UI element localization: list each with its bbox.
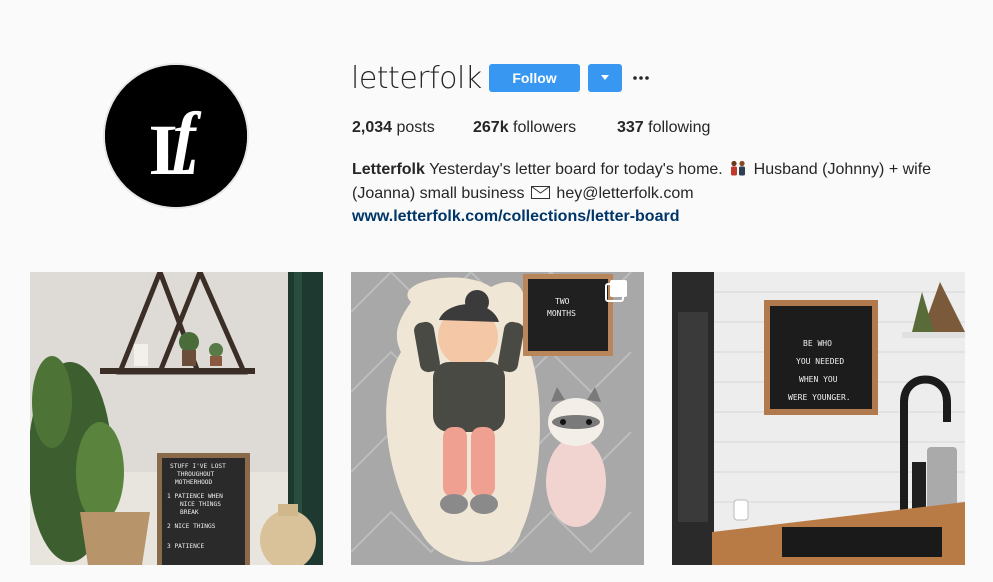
post-2-board-line-2: MONTHS: [547, 309, 576, 318]
caret-down-icon: [601, 75, 609, 80]
post-1-board-line-8: 3 PATIENCE: [167, 543, 205, 550]
bio-website-link[interactable]: www.letterfolk.com/collections/letter-bo…: [352, 206, 679, 228]
post-image-two-months-baby: TWO MONTHS: [351, 272, 644, 565]
post-thumbnail-1[interactable]: STUFF I'VE LOST THROUGHOUT MOTHERHOOD 1 …: [30, 272, 323, 565]
profile-username: letterfolk: [351, 61, 482, 96]
couple-emoji-icon: [731, 160, 746, 176]
post-thumbnail-3[interactable]: BE WHO YOU NEEDED WHEN YOU WERE YOUNGER.: [672, 272, 965, 565]
post-1-board-line-1: STUFF I'VE LOST: [170, 463, 226, 470]
post-1-board-line-3: MOTHERHOOD: [175, 479, 213, 486]
post-1-board-line-5: NICE THINGS: [180, 501, 221, 508]
profile-avatar[interactable]: L f: [103, 63, 249, 209]
following-count[interactable]: 337 following: [617, 118, 710, 138]
profile-bio: Letterfolk Yesterday's letter board for …: [352, 158, 952, 206]
followers-count[interactable]: 267k followers: [473, 118, 576, 138]
following-count-value: 337: [617, 119, 644, 136]
bio-text-1: Yesterday's letter board for today's hom…: [424, 161, 728, 178]
post-2-board-line-1: TWO: [555, 297, 570, 306]
posts-count-label: posts: [392, 119, 435, 136]
posts-count-value: 2,034: [352, 119, 393, 136]
post-1-board-line-4: 1 PATIENCE WHEN: [167, 493, 223, 500]
more-options-button[interactable]: [632, 66, 650, 90]
bio-name: Letterfolk: [352, 161, 425, 178]
ellipsis-icon: [633, 76, 649, 80]
post-image-letterboard-motherhood: STUFF I'VE LOST THROUGHOUT MOTHERHOOD 1 …: [30, 272, 323, 565]
post-3-board-line-3: WHEN YOU: [799, 375, 838, 384]
post-1-board-line-7: 2 NICE THINGS: [167, 523, 216, 530]
post-image-be-who-you-needed: BE WHO YOU NEEDED WHEN YOU WERE YOUNGER.: [672, 272, 965, 565]
post-thumbnail-2[interactable]: TWO MONTHS: [351, 272, 644, 565]
letterfolk-logo-icon: L f: [105, 65, 247, 207]
follow-button[interactable]: Follow: [489, 64, 580, 92]
followers-count-label: followers: [508, 119, 577, 136]
post-1-board-line-6: BREAK: [180, 509, 199, 516]
followers-count-value: 267k: [473, 119, 509, 136]
post-3-board-line-4: WERE YOUNGER.: [788, 393, 851, 402]
posts-count: 2,034 posts: [352, 118, 435, 138]
envelope-emoji-icon: [530, 186, 550, 199]
bio-email: hey@letterfolk.com: [551, 185, 694, 202]
following-count-label: following: [643, 119, 711, 136]
post-3-board-line-2: YOU NEEDED: [796, 357, 844, 366]
suggestions-dropdown-button[interactable]: [588, 64, 622, 92]
post-3-board-line-1: BE WHO: [803, 339, 832, 348]
post-1-board-line-2: THROUGHOUT: [177, 471, 215, 478]
